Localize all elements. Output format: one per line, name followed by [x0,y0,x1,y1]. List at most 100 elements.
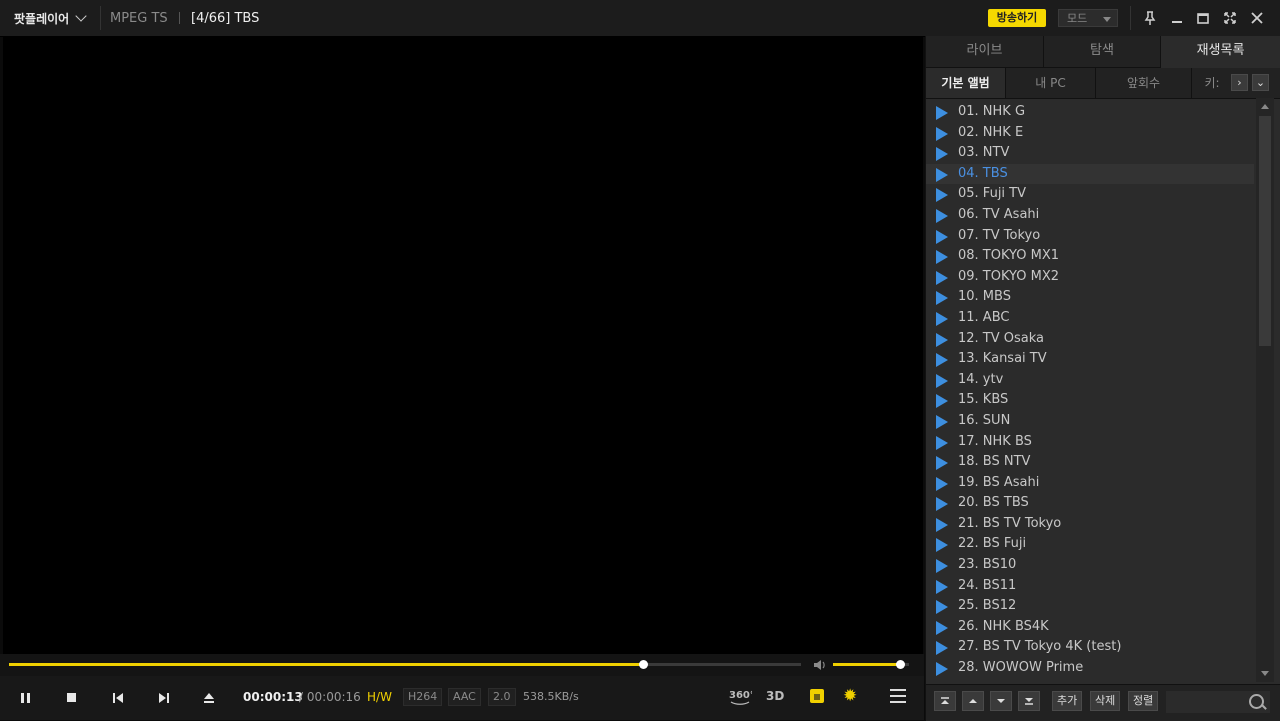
playlist-item[interactable]: 24. BS11 [926,576,1254,597]
playlist-item[interactable]: 27. BS TV Tokyo 4K (test) [926,637,1254,658]
bitrate-label: 538.5KB/s [523,690,579,703]
playlist-item[interactable]: 22. BS Fuji [926,534,1254,555]
playlist-item[interactable]: 16. SUN [926,411,1254,432]
playlist-item-label: 03. NTV [958,145,1010,161]
playlist-item[interactable]: 10. MBS [926,287,1254,308]
playlist-item[interactable]: 28. WOWOW Prime [926,658,1254,679]
add-button[interactable]: 추가 [1052,691,1083,711]
fullscreen-icon[interactable] [1222,10,1238,26]
format-label: MPEG TS [110,11,168,26]
play-icon [936,435,948,450]
playlist-item[interactable]: 06. TV Asahi [926,205,1254,226]
volume-handle[interactable] [895,660,905,669]
playlist-item[interactable]: 15. KBS [926,390,1254,411]
album-tab-my-pc[interactable]: 내 PC [1006,68,1096,98]
playlist-item[interactable]: 12. TV Osaka [926,329,1254,350]
play-icon [936,456,948,471]
playlist-search-input[interactable] [1166,691,1270,713]
broadcast-button[interactable]: 방송하기 [988,9,1046,27]
play-icon [936,373,948,388]
next-button[interactable] [152,686,176,710]
maximize-icon[interactable] [1195,10,1211,26]
pin-icon[interactable] [1142,10,1158,26]
search-icon[interactable] [1249,694,1264,709]
seek-handle[interactable] [638,660,648,669]
divider [1130,6,1131,30]
move-up-icon[interactable] [962,691,984,711]
hw-decoder-button[interactable]: H/W [367,690,392,704]
volume-level [833,663,900,666]
album-tab-default[interactable]: 기본 앨범 [926,68,1006,98]
eject-button[interactable] [197,686,221,710]
move-top-icon[interactable] [934,691,956,711]
3d-icon[interactable]: 3D [765,688,785,711]
playlist-item-label: 18. BS NTV [958,454,1031,470]
playlist-item[interactable]: 03. NTV [926,143,1254,164]
playlist-item[interactable]: 26. NHK BS4K [926,617,1254,638]
playlist-item[interactable]: 08. TOKYO MX1 [926,246,1254,267]
app-menu-button[interactable]: 팟플레이어 [14,10,87,27]
playlist-item-label: 07. TV Tokyo [958,227,1041,243]
playlist-item[interactable]: 09. TOKYO MX2 [926,267,1254,288]
playlist-item[interactable]: 20. BS TBS [926,493,1254,514]
scroll-down-icon[interactable] [1261,671,1269,676]
playlist-item-label: 23. BS10 [958,557,1017,573]
playlist-item[interactable]: 18. BS NTV [926,452,1254,473]
sort-button[interactable]: 정렬 [1128,691,1159,711]
delete-button[interactable]: 삭제 [1090,691,1121,711]
tab-playlist[interactable]: 재생목록 [1161,36,1280,68]
audio-codec-badge[interactable]: AAC [448,688,481,706]
gear-icon[interactable]: ✹ [843,686,857,706]
playlist-item-label: 20. BS TBS [958,495,1029,511]
scroll-up-icon[interactable] [1261,104,1269,109]
playlist-item[interactable]: 02. NHK E [926,123,1254,144]
play-icon [936,476,948,491]
current-time: 00:00:13 [243,690,303,704]
mode-dropdown[interactable]: 모드 [1058,9,1118,27]
playlist-item[interactable]: 01. NHK G [926,102,1254,123]
chevron-down-icon[interactable]: ⌄ [1252,74,1269,91]
vr-360-icon[interactable]: 360° [728,688,755,711]
playlist-panel-icon[interactable] [810,689,824,703]
playlist-item-label: 24. BS11 [958,577,1017,593]
tab-live[interactable]: 라이브 [926,36,1044,68]
previous-button[interactable] [106,686,130,710]
video-codec-badge[interactable]: H264 [403,688,443,706]
minimize-icon[interactable] [1169,10,1185,26]
playlist-item[interactable]: 23. BS10 [926,555,1254,576]
playlist-item[interactable]: 07. TV Tokyo [926,226,1254,247]
playlist-item[interactable]: 14. ytv [926,370,1254,391]
seekbar-area [0,654,924,676]
scroll-thumb[interactable] [1259,116,1271,346]
pause-button[interactable] [14,686,38,710]
album-tab-4[interactable]: 키: [1192,68,1232,98]
chevron-right-icon[interactable]: › [1231,74,1248,91]
playlist-item[interactable]: 21. BS TV Tokyo [926,514,1254,535]
playlist-item[interactable]: 11. ABC [926,308,1254,329]
divider [179,12,180,24]
audio-channels-badge[interactable]: 2.0 [488,688,516,706]
tab-explore[interactable]: 탐색 [1044,36,1161,68]
playlist-item[interactable]: 13. Kansai TV [926,349,1254,370]
divider [100,6,101,30]
close-icon[interactable] [1249,10,1265,26]
move-down-icon[interactable] [990,691,1012,711]
menu-icon[interactable] [890,689,906,703]
play-icon [936,620,948,635]
play-icon [936,662,948,677]
playlist-scrollbar[interactable] [1256,98,1274,682]
album-tab-3[interactable]: 앞회수 [1096,68,1192,98]
playlist-item-current[interactable]: 04. TBS [926,163,1254,185]
playlist-item-label: 09. TOKYO MX2 [958,268,1060,284]
playlist-item[interactable]: 25. BS12 [926,596,1254,617]
time-separator: / [299,690,304,704]
stop-button[interactable] [60,686,84,710]
volume-icon[interactable] [813,658,827,672]
volume-slider[interactable] [833,660,909,669]
playlist-item[interactable]: 05. Fuji TV [926,184,1254,205]
seek-bar[interactable] [9,660,801,669]
playlist-item[interactable]: 19. BS Asahi [926,473,1254,494]
video-display[interactable] [3,37,923,654]
playlist-item[interactable]: 17. NHK BS [926,432,1254,453]
move-bottom-icon[interactable] [1018,691,1040,711]
